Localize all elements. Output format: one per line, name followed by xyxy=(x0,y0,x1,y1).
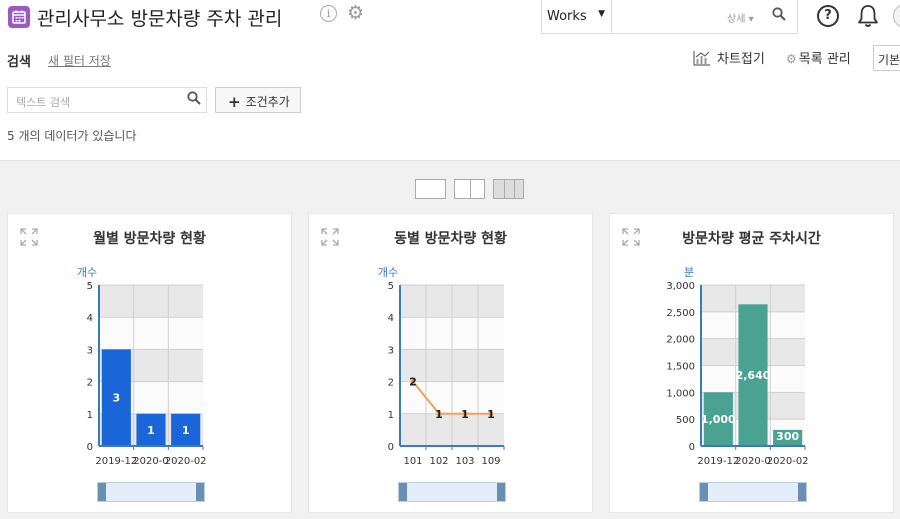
y-tick-label: 0 xyxy=(689,442,695,453)
data-label: 2,640 xyxy=(736,369,771,382)
app-header: 관리사무소 방문차량 주차 관리 i ⚙ Works ▼ 상세 ▾ ? xyxy=(0,0,900,35)
x-tick-label: 101 xyxy=(403,456,422,467)
chart-plot: 개수 0 1 2 3 4 5 2019-122020-02020-02 3 1 1 xyxy=(77,266,207,467)
chart-plot: 분05001,0001,5002,0002,5003,0002019-12202… xyxy=(666,266,809,467)
range-handle-right[interactable] xyxy=(497,483,505,501)
range-slider[interactable] xyxy=(699,482,807,502)
calendar-icon[interactable] xyxy=(8,6,30,28)
chart-plot: 개수 0 1 2 3 4 5 101 102 103 109 2 1 1 1 xyxy=(378,266,505,467)
y-tick-label: 5 xyxy=(388,281,394,292)
help-icon[interactable]: ? xyxy=(817,5,839,27)
page-title: 관리사무소 방문차량 주차 관리 xyxy=(37,8,283,30)
range-handle-left[interactable] xyxy=(700,483,708,501)
caret-down-icon: ▼ xyxy=(598,9,605,19)
range-slider[interactable] xyxy=(398,482,506,502)
x-tick-label: 2019-12 xyxy=(697,456,739,467)
data-label: 3 xyxy=(113,392,121,405)
chart-card: 동별 방문차량 현황 개수 0 1 2 3 4 5 101 102 103 109 2 1 1 1 xyxy=(308,213,593,513)
y-tick-label: 2 xyxy=(87,378,93,389)
search-toolbar: 검색 새 필터 저장 차트접기 ⚙ 목록 관리 기본 xyxy=(0,44,900,74)
global-search: Works ▼ 상세 ▾ xyxy=(541,0,798,34)
search-icon[interactable] xyxy=(772,7,786,25)
y-tick-label: 4 xyxy=(388,313,394,324)
x-tick-label: 102 xyxy=(429,456,448,467)
y-tick-label: 1 xyxy=(87,410,93,421)
save-filter-link[interactable]: 새 필터 저장 xyxy=(48,52,111,69)
y-tick-label: 3,000 xyxy=(666,281,695,292)
y-tick-label: 5 xyxy=(87,281,93,292)
layout-three-column-button[interactable] xyxy=(493,179,524,199)
info-icon[interactable]: i xyxy=(320,5,337,22)
range-handle-right[interactable] xyxy=(798,483,806,501)
text-search-input[interactable]: 텍스트 검색 xyxy=(7,87,207,113)
grid-band xyxy=(99,317,203,350)
search-scope-select[interactable]: Works ▼ xyxy=(542,0,612,33)
list-manage-button[interactable]: ⚙ 목록 관리 xyxy=(786,48,851,67)
search-scope-value: Works xyxy=(547,9,587,24)
y-tick-label: 0 xyxy=(388,442,394,453)
search-label: 검색 xyxy=(7,55,31,70)
range-handle-left[interactable] xyxy=(399,483,407,501)
y-tick-label: 2,500 xyxy=(666,308,695,319)
chart-card: 방문차량 평균 주차시간 분 0 500 1,000 1,500 2,000 2,500 3,… xyxy=(609,213,894,513)
y-tick-label: 500 xyxy=(676,415,695,426)
chart-dashboard: 월별 방문차량 현황 개수 0 1 2 3 4 5 2019-12 2020-0 2020-02 3… xyxy=(0,160,900,519)
chart-card: 월별 방문차량 현황 개수 0 1 2 3 4 5 2019-12 2020-0 2020-02 3… xyxy=(7,213,292,513)
y-tick-label: 2 xyxy=(388,378,394,389)
result-count: 5 개의 데이터가 있습니다 xyxy=(7,129,137,143)
gear-icon[interactable]: ⚙ xyxy=(347,3,364,23)
search-detail-link[interactable]: 상세 ▾ xyxy=(727,10,754,25)
data-label: 1 xyxy=(461,408,469,421)
layout-one-column-button[interactable] xyxy=(415,179,446,199)
data-label: 1 xyxy=(435,408,443,421)
y-tick-label: 1 xyxy=(388,410,394,421)
y-tick-label: 3 xyxy=(388,345,394,356)
y-tick-label: 3 xyxy=(87,345,93,356)
range-slider[interactable] xyxy=(97,482,205,502)
range-handle-right[interactable] xyxy=(196,483,204,501)
y-tick-label: 1,500 xyxy=(666,362,695,373)
basic-view-button[interactable]: 기본 xyxy=(873,45,900,71)
x-tick-label: 103 xyxy=(455,456,474,467)
layout-two-column-button[interactable] xyxy=(454,179,485,199)
plus-icon: + xyxy=(228,93,241,111)
grid-band xyxy=(99,285,203,318)
y-tick-label: 2,000 xyxy=(666,335,695,346)
gear-icon: ⚙ xyxy=(786,52,797,66)
chart-icon xyxy=(693,51,710,66)
x-tick-label: 2019-12 xyxy=(95,456,137,467)
avatar[interactable] xyxy=(893,4,900,28)
data-label: 300 xyxy=(776,430,799,443)
y-tick-label: 0 xyxy=(87,442,93,453)
text-search-placeholder: 텍스트 검색 xyxy=(16,96,71,109)
y-axis-label: 분 xyxy=(684,266,694,279)
x-tick-label: 109 xyxy=(481,456,500,467)
y-axis-label: 개수 xyxy=(378,266,398,279)
range-handle-left[interactable] xyxy=(98,483,106,501)
x-tick-label: 2020-02 xyxy=(767,456,809,467)
data-label: 1,000 xyxy=(701,413,736,426)
y-tick-label: 1,000 xyxy=(666,388,695,399)
chart-fold-button[interactable]: 차트접기 xyxy=(693,48,765,67)
search-icon[interactable] xyxy=(187,91,201,109)
x-tick-label: 2020-0 xyxy=(735,456,770,467)
data-label: 1 xyxy=(182,424,190,437)
y-tick-label: 4 xyxy=(87,313,93,324)
data-label: 1 xyxy=(487,408,495,421)
y-axis-label: 개수 xyxy=(77,266,97,279)
bell-icon[interactable] xyxy=(857,3,879,33)
data-label: 2 xyxy=(409,376,417,389)
add-condition-button[interactable]: + 조건추가 xyxy=(215,87,301,113)
x-tick-label: 2020-02 xyxy=(165,456,207,467)
x-tick-label: 2020-0 xyxy=(133,456,168,467)
data-label: 1 xyxy=(147,424,155,437)
